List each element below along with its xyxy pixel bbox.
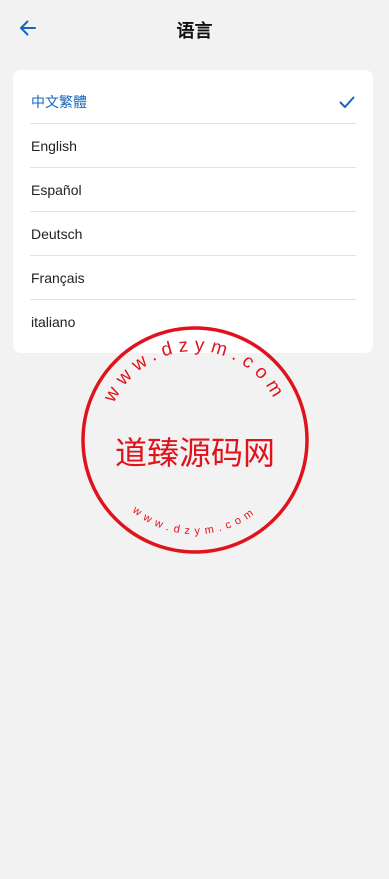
language-label: Español	[31, 181, 82, 198]
svg-text:www.dzym.com: www.dzym.com	[99, 335, 290, 407]
language-item-german[interactable]: Deutsch	[30, 212, 356, 256]
language-card: 中文繁體 English Español Deutsch Français it…	[13, 70, 373, 353]
language-list: 中文繁體 English Español Deutsch Français it…	[13, 70, 373, 343]
watermark-ring-bottom: www.dzym.com	[129, 504, 254, 538]
watermark-stamp: www.dzym.com www.dzym.com 道臻源码网	[81, 326, 309, 554]
page-title: 语言	[176, 21, 213, 42]
language-label: italiano	[31, 313, 76, 330]
app-header: 语言	[0, 0, 389, 56]
language-item-zh-hant[interactable]: 中文繁體	[30, 80, 356, 124]
watermark-main-text: 道臻源码网	[115, 434, 275, 472]
language-label: Deutsch	[31, 225, 83, 242]
language-item-french[interactable]: Français	[30, 256, 356, 300]
watermark-ring-top: www.dzym.com	[99, 335, 284, 407]
language-label: 中文繁體	[31, 93, 87, 110]
language-item-english[interactable]: English	[30, 124, 356, 168]
check-icon	[339, 96, 355, 108]
svg-text:www.dzym.com: www.dzym.com	[129, 504, 259, 538]
language-label: English	[31, 137, 77, 154]
language-label: Français	[31, 269, 85, 286]
language-item-spanish[interactable]: Español	[30, 168, 356, 212]
